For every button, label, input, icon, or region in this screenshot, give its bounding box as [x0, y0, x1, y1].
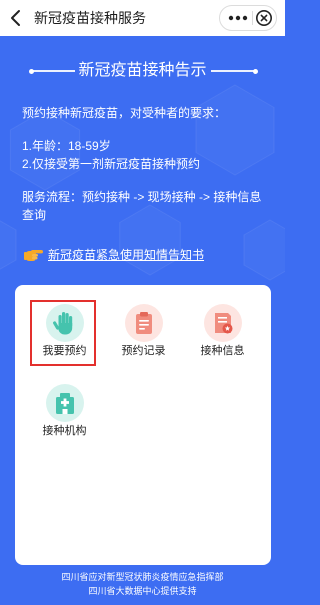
title-deco-line-right: [211, 70, 254, 72]
requirement-first-dose: 2.仅接受第一剂新冠疫苗接种预约: [22, 157, 201, 171]
title-deco-dot-right: [253, 68, 258, 74]
consent-link[interactable]: 新冠疫苗紧急使用知情告知书: [24, 246, 224, 264]
page-title: 新冠疫苗接种服务: [34, 10, 146, 26]
service-label: 接种信息: [200, 345, 245, 357]
consent-link-label[interactable]: 新冠疫苗紧急使用知情告知书: [48, 246, 204, 264]
service-vaccination-info[interactable]: 接种信息: [183, 300, 262, 380]
service-label: 接种机构: [42, 425, 87, 437]
service-card: 我要预约 预约记录 接种信息 接种机构: [15, 285, 271, 565]
clipboard-icon: [124, 304, 163, 342]
service-book-appointment[interactable]: 我要预约: [25, 300, 104, 380]
footer: 四川省应对新型冠状肺炎疫情应急指挥部 四川省大数据中心提供支持: [0, 570, 285, 598]
mini-program-capsule: [219, 5, 277, 31]
chevron-left-icon[interactable]: [6, 6, 26, 30]
process-line-1: 服务流程：预约接种 -> 现场接种 -> 接种信息: [22, 190, 262, 204]
top-nav-bar: 新冠疫苗接种服务: [0, 0, 285, 36]
notice-title-row: 新冠疫苗接种告示: [0, 60, 285, 82]
close-circle-icon[interactable]: [255, 9, 273, 27]
process-line-2: 查询: [22, 208, 47, 222]
notice-intro: 预约接种新冠疫苗，对受种者的要求：: [22, 106, 227, 120]
hospital-icon: [45, 384, 84, 422]
capsule-divider: [252, 11, 253, 25]
requirement-age: 1.年龄：18-59岁: [22, 139, 111, 153]
more-dots-icon[interactable]: [225, 13, 251, 23]
pointing-hand-icon: [24, 250, 43, 261]
footer-line-2: 四川省大数据中心提供支持: [88, 586, 197, 596]
certificate-icon: [203, 304, 242, 342]
footer-line-1: 四川省应对新型冠状肺炎疫情应急指挥部: [61, 572, 224, 582]
service-vaccination-sites[interactable]: 接种机构: [25, 380, 104, 460]
service-appointment-records[interactable]: 预约记录: [104, 300, 183, 380]
service-grid: 我要预约 预约记录 接种信息 接种机构: [25, 300, 262, 460]
service-label: 预约记录: [121, 345, 166, 357]
service-label: 我要预约: [42, 345, 87, 357]
raised-hand-icon: [45, 304, 84, 342]
